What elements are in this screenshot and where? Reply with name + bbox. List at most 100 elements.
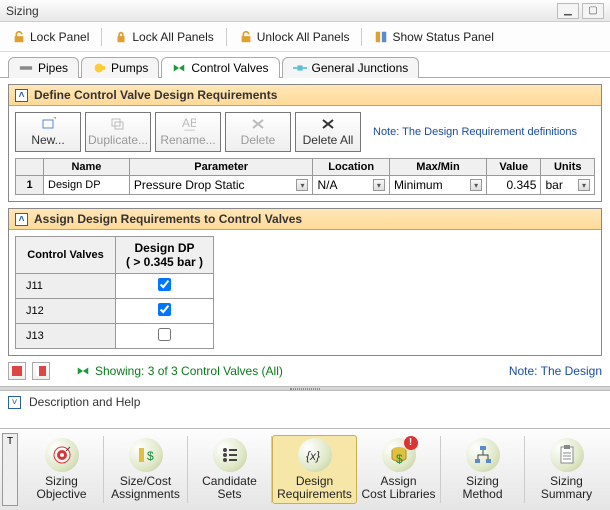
status-note: Note: The Design — [509, 364, 602, 378]
tab-control-valves-label: Control Valves — [191, 61, 268, 75]
status-row: Showing: 3 of 3 Control Valves (All) Not… — [8, 362, 602, 380]
ruler-icon — [374, 30, 388, 44]
delete-all-button[interactable]: Delete All — [295, 112, 361, 152]
assign-checkbox[interactable] — [158, 278, 171, 291]
table-row: J11 — [16, 274, 214, 299]
duplicate-icon — [110, 117, 126, 131]
valve-icon — [172, 61, 186, 75]
view-mode-button-2[interactable] — [32, 362, 50, 380]
lock-all-button[interactable]: Lock All Panels — [108, 28, 219, 46]
collapse-toggle[interactable]: ˄ — [15, 213, 28, 226]
rename-icon: A͟B — [180, 117, 196, 131]
panel-header: ˄ Define Control Valve Design Requiremen… — [9, 85, 601, 106]
cell-units[interactable]: bar▾ — [541, 176, 595, 195]
duplicate-label: Duplicate... — [88, 133, 148, 147]
unlock-icon — [239, 30, 253, 44]
chevron-down-icon[interactable]: ▾ — [373, 179, 385, 191]
table-row[interactable]: 1 Design DP Pressure Drop Static▾ N/A▾ M… — [16, 176, 595, 195]
svg-text:A͟B: A͟B — [182, 117, 196, 131]
svg-text:$: $ — [147, 449, 154, 463]
tab-control-valves[interactable]: Control Valves — [161, 57, 279, 78]
new-icon: ✦ — [40, 117, 56, 131]
chevron-down-icon[interactable]: ▾ — [296, 179, 308, 191]
tab-strip: Pipes Pumps Control Valves General Junct… — [0, 52, 610, 78]
sizing-method-button[interactable]: SizingMethod — [441, 436, 525, 503]
window-title: Sizing — [6, 4, 554, 18]
assign-checkbox[interactable] — [158, 328, 171, 341]
valve-name: J11 — [16, 274, 116, 299]
list-icon — [220, 445, 240, 465]
delete-icon — [250, 117, 266, 131]
delete-all-icon — [320, 117, 336, 131]
size-cost-button[interactable]: $ Size/CostAssignments — [104, 436, 188, 503]
col-control-valves: Control Valves — [16, 237, 116, 274]
row-number: 1 — [16, 176, 44, 195]
assign-cost-libraries-button[interactable]: $! AssignCost Libraries — [357, 436, 441, 503]
col-maxmin: Max/Min — [389, 159, 486, 176]
junction-icon — [293, 61, 307, 75]
grid-corner — [16, 159, 44, 176]
valve-name: J12 — [16, 299, 116, 324]
define-requirements-panel: ˄ Define Control Valve Design Requiremen… — [8, 84, 602, 202]
definitions-note: Note: The Design Requirement definitions — [373, 126, 577, 138]
expand-toggle[interactable]: ˅ — [8, 396, 21, 409]
valve-icon — [76, 364, 90, 378]
cell-location[interactable]: N/A▾ — [313, 176, 389, 195]
cell-value[interactable]: 0.345 — [487, 176, 541, 195]
cell-name[interactable]: Design DP — [44, 176, 130, 195]
rename-label: Rename... — [160, 133, 215, 147]
maximize-button[interactable]: ▢ — [582, 3, 604, 19]
new-button[interactable]: ✦ New... — [15, 112, 81, 152]
top-toolbar: Lock Panel Lock All Panels Unlock All Pa… — [0, 22, 610, 52]
table-row: J13 — [16, 324, 214, 349]
tab-pipes-label: Pipes — [38, 61, 68, 75]
description-label: Description and Help — [29, 395, 140, 409]
candidate-sets-button[interactable]: CandidateSets — [188, 436, 272, 503]
tab-pumps[interactable]: Pumps — [81, 57, 159, 78]
view-mode-button-1[interactable] — [8, 362, 26, 380]
col-parameter: Parameter — [129, 159, 313, 176]
showing-status: Showing: 3 of 3 Control Valves (All) — [76, 364, 283, 378]
chevron-down-icon[interactable]: ▾ — [578, 179, 590, 191]
separator — [226, 28, 227, 46]
rename-button[interactable]: A͟B Rename... — [155, 112, 221, 152]
sizing-objective-button[interactable]: SizingObjective — [20, 436, 104, 503]
minimize-button[interactable]: ▁ — [557, 3, 579, 19]
delete-all-label: Delete All — [303, 133, 354, 147]
description-row: ˅ Description and Help — [0, 391, 610, 413]
cell-parameter[interactable]: Pressure Drop Static▾ — [129, 176, 313, 195]
tab-general-junctions-label: General Junctions — [312, 61, 409, 75]
unlock-icon — [12, 30, 26, 44]
unlock-all-button[interactable]: Unlock All Panels — [233, 28, 356, 46]
action-row: ✦ New... Duplicate... A͟B Rename... Dele… — [15, 112, 595, 152]
bottom-buttons: SizingObjective $ Size/CostAssignments C… — [20, 433, 608, 506]
cell-maxmin[interactable]: Minimum▾ — [389, 176, 486, 195]
new-label: New... — [31, 133, 64, 147]
assign-grid: Control Valves Design DP ( > 0.345 bar )… — [15, 236, 214, 349]
show-status-label: Show Status Panel — [392, 30, 493, 44]
tab-pumps-label: Pumps — [111, 61, 148, 75]
delete-button[interactable]: Delete — [225, 112, 291, 152]
panel-title: Define Control Valve Design Requirements — [34, 88, 277, 102]
lock-panel-label: Lock Panel — [30, 30, 89, 44]
tab-general-junctions[interactable]: General Junctions — [282, 57, 420, 78]
duplicate-button[interactable]: Duplicate... — [85, 112, 151, 152]
flowchart-icon — [473, 445, 493, 465]
assign-checkbox[interactable] — [158, 303, 171, 316]
tab-pipes[interactable]: Pipes — [8, 57, 79, 78]
design-requirements-button[interactable]: {x} DesignRequirements — [272, 435, 357, 504]
show-status-button[interactable]: Show Status Panel — [368, 28, 499, 46]
text-toggle-button[interactable]: T — [2, 433, 18, 506]
sizing-summary-button[interactable]: SizingSummary — [525, 436, 608, 503]
col-design-dp: Design DP ( > 0.345 bar ) — [116, 237, 214, 274]
lock-panel-button[interactable]: Lock Panel — [6, 28, 95, 46]
collapse-toggle[interactable]: ˄ — [15, 89, 28, 102]
ruler-money-icon: $ — [136, 445, 156, 465]
col-name: Name — [44, 159, 130, 176]
pump-icon — [92, 61, 106, 75]
assign-requirements-panel: ˄ Assign Design Requirements to Control … — [8, 208, 602, 356]
valve-name: J13 — [16, 324, 116, 349]
chevron-down-icon[interactable]: ▾ — [470, 179, 482, 191]
col-location: Location — [313, 159, 389, 176]
pipe-icon — [19, 61, 33, 75]
